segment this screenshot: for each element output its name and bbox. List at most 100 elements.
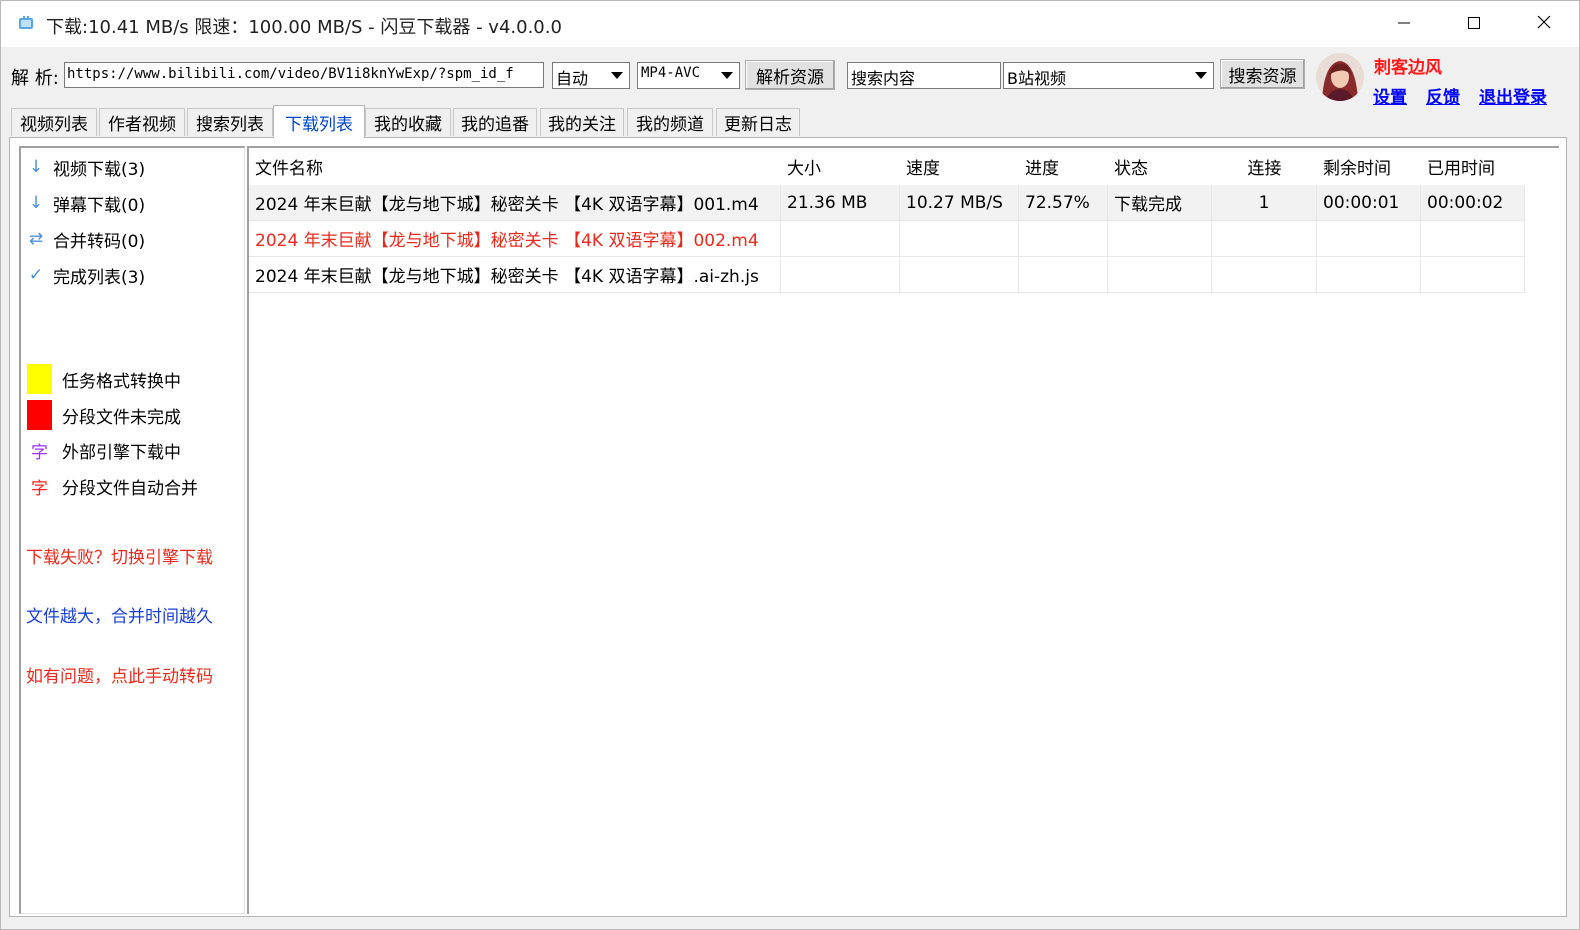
parse-label: 解 析: (11, 68, 59, 89)
window-title: 下载:10.41 MB/s 限速：100.00 MB/S - 闪豆下载器 - v… (46, 17, 562, 38)
table-row[interactable]: 2024 年末巨献【龙与地下城】秘密关卡 【4K 双语字幕】002.m4 (249, 221, 1525, 257)
legend-label: 任务格式转换中 (62, 371, 181, 392)
column-header-speed[interactable]: 速度 (900, 148, 1019, 184)
cell-name: 2024 年末巨献【龙与地下城】秘密关卡 【4K 双语字幕】001.m4 (249, 185, 781, 221)
search-source-value: B站视频 (1007, 69, 1066, 88)
legend-converting: 任务格式转换中 (27, 364, 181, 394)
cell-size: 21.36 MB (781, 185, 900, 221)
format-select-value: MP4-AVC (641, 65, 701, 81)
column-header-connections[interactable]: 连接 (1212, 148, 1317, 184)
download-table[interactable]: 文件名称 大小 速度 进度 状态 连接 剩余时间 已用时间 2024 年末巨献【… (247, 146, 1559, 914)
sidebar: ↓ 视频下载(3) ↓ 弹幕下载(0) ⇄ 合并转码(0) ✓ 完成列表(3) … (19, 146, 245, 914)
merge-time-note: 文件越大，合并时间越久 (26, 607, 213, 627)
table-row[interactable]: 2024 年末巨献【龙与地下城】秘密关卡 【4K 双语字幕】001.m4 21.… (249, 185, 1525, 221)
switch-engine-link[interactable]: 下载失败？切换引擎下载 (26, 543, 213, 568)
column-header-elapsed[interactable]: 已用时间 (1421, 148, 1525, 184)
search-input[interactable]: 搜索内容 (847, 62, 1001, 89)
cell-status (1108, 221, 1212, 257)
minimize-icon (1398, 14, 1410, 34)
sidebar-item-video-download[interactable]: ↓ 视频下载(3) (25, 153, 145, 181)
cell-progress (1019, 257, 1108, 293)
legend-label: 分段文件自动合并 (62, 479, 198, 499)
column-header-progress[interactable]: 进度 (1019, 148, 1108, 184)
red-swatch (27, 400, 52, 430)
cell-connections: 1 (1212, 185, 1317, 221)
main-window: 下载:10.41 MB/s 限速：100.00 MB/S - 闪豆下载器 - v… (0, 0, 1580, 930)
sidebar-item-completed[interactable]: ✓ 完成列表(3) (25, 261, 145, 289)
cell-speed (900, 221, 1019, 257)
tab-video-list[interactable]: 视频列表 (11, 108, 97, 136)
cell-size (781, 257, 900, 293)
legend-label: 分段文件未完成 (62, 407, 181, 428)
close-icon (1537, 14, 1551, 34)
legend-auto-merge: 字 分段文件自动合并 (27, 474, 198, 499)
search-source-select[interactable]: B站视频 (1003, 62, 1214, 89)
cell-speed (900, 257, 1019, 293)
chevron-down-icon[interactable] (1190, 64, 1212, 87)
cell-elapsed (1421, 221, 1525, 257)
cell-status (1108, 257, 1212, 293)
sidebar-item-danmaku-download[interactable]: ↓ 弹幕下载(0) (25, 189, 145, 217)
manual-transcode-link[interactable]: 如有问题，点此手动转码 (26, 662, 213, 687)
cell-connections (1212, 221, 1317, 257)
close-button[interactable] (1509, 1, 1579, 47)
cell-progress: 72.57% (1019, 185, 1108, 221)
column-header-remaining[interactable]: 剩余时间 (1317, 148, 1421, 184)
mode-select-value: 自动 (556, 69, 589, 88)
legend-label: 外部引擎下载中 (62, 443, 181, 463)
url-input[interactable]: https://www.bilibili.com/video/BV1i8knYw… (64, 62, 544, 88)
purple-char-icon: 字 (31, 443, 48, 463)
maximize-button[interactable] (1439, 1, 1509, 47)
user-name: 刺客边风 (1374, 58, 1442, 78)
tab-my-bangumi[interactable]: 我的追番 (453, 108, 537, 136)
legend-external-engine: 字 外部引擎下载中 (27, 438, 181, 463)
tab-my-channels[interactable]: 我的频道 (627, 108, 713, 136)
chevron-down-icon[interactable] (716, 64, 738, 87)
maximize-icon (1468, 14, 1480, 34)
tab-search-list[interactable]: 搜索列表 (187, 108, 273, 136)
parse-resource-button[interactable]: 解析资源 (745, 60, 835, 90)
check-icon: ✓ (28, 265, 44, 285)
chevron-down-icon[interactable] (606, 64, 628, 87)
tab-author-videos[interactable]: 作者视频 (99, 108, 185, 136)
sidebar-item-merge-transcode[interactable]: ⇄ 合并转码(0) (25, 225, 145, 253)
sidebar-item-label: 视频下载(3) (53, 159, 146, 180)
settings-link[interactable]: 设置 (1373, 83, 1407, 108)
format-select[interactable]: MP4-AVC (637, 62, 740, 89)
cell-elapsed: 00:00:02 (1421, 185, 1525, 221)
legend-incomplete: 分段文件未完成 (27, 400, 181, 430)
cell-speed: 10.27 MB/S (900, 185, 1019, 221)
column-header-name[interactable]: 文件名称 (249, 148, 781, 184)
cell-status: 下载完成 (1108, 185, 1212, 221)
avatar[interactable] (1316, 53, 1364, 101)
cell-connections (1212, 257, 1317, 293)
cell-size (781, 221, 900, 257)
cell-remaining: 00:00:01 (1317, 185, 1421, 221)
cell-name: 2024 年末巨献【龙与地下城】秘密关卡 【4K 双语字幕】002.m4 (249, 221, 781, 257)
table-header: 文件名称 大小 速度 进度 状态 连接 剩余时间 已用时间 (249, 148, 1529, 184)
column-header-status[interactable]: 状态 (1108, 148, 1212, 184)
arrow-down-icon: ↓ (28, 193, 44, 213)
tab-my-favorites[interactable]: 我的收藏 (365, 108, 451, 136)
cell-elapsed (1421, 257, 1525, 293)
tab-my-follows[interactable]: 我的关注 (540, 108, 624, 136)
feedback-link[interactable]: 反馈 (1426, 83, 1460, 108)
table-row[interactable]: 2024 年末巨献【龙与地下城】秘密关卡 【4K 双语字幕】.ai-zh.js (249, 257, 1525, 293)
yellow-swatch (27, 364, 52, 394)
cell-remaining (1317, 221, 1421, 257)
search-resource-button[interactable]: 搜索资源 (1220, 59, 1305, 89)
tab-update-log[interactable]: 更新日志 (716, 108, 800, 136)
tab-download-list[interactable]: 下载列表 (273, 105, 365, 138)
logout-link[interactable]: 退出登录 (1479, 83, 1547, 108)
column-header-size[interactable]: 大小 (781, 148, 900, 184)
mode-select[interactable]: 自动 (552, 62, 630, 89)
red-char-icon: 字 (31, 479, 48, 499)
cell-remaining (1317, 257, 1421, 293)
sidebar-item-label: 完成列表(3) (53, 267, 146, 288)
app-icon (18, 15, 34, 31)
cell-progress (1019, 221, 1108, 257)
sidebar-item-label: 弹幕下载(0) (53, 195, 146, 216)
sidebar-item-label: 合并转码(0) (53, 231, 146, 252)
arrow-down-icon: ↓ (28, 157, 44, 177)
minimize-button[interactable] (1369, 1, 1439, 47)
